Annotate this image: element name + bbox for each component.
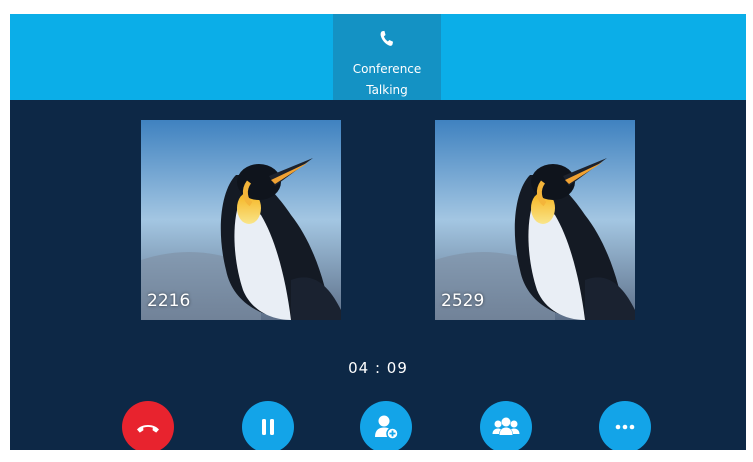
status-bar: Conference Talking bbox=[10, 14, 746, 100]
participant-number: 2529 bbox=[441, 291, 485, 311]
pause-icon bbox=[262, 419, 274, 435]
hold-button[interactable] bbox=[242, 401, 294, 450]
participant-number: 2216 bbox=[147, 291, 191, 311]
call-screen: Conference Talking 2216 2529 04: 09 bbox=[10, 14, 746, 450]
manage-conference-button[interactable] bbox=[480, 401, 532, 450]
end-call-button[interactable] bbox=[122, 401, 174, 450]
participant-card[interactable]: 2216 bbox=[141, 120, 341, 320]
more-icon bbox=[615, 424, 635, 430]
hang-up-icon bbox=[137, 425, 159, 433]
more-button[interactable] bbox=[599, 401, 651, 450]
penguin-photo bbox=[435, 120, 635, 320]
tab-conference[interactable]: Conference Talking bbox=[333, 14, 441, 100]
phone-icon bbox=[380, 30, 394, 46]
group-icon bbox=[492, 417, 520, 435]
call-status: Talking bbox=[366, 83, 408, 97]
tab-title: Conference bbox=[352, 62, 422, 76]
participant-card[interactable]: 2529 bbox=[435, 120, 635, 320]
call-timer: 04 : 09 bbox=[348, 359, 408, 377]
penguin-photo bbox=[141, 120, 341, 320]
add-contact-icon bbox=[375, 415, 399, 440]
add-participant-button[interactable] bbox=[360, 401, 412, 450]
